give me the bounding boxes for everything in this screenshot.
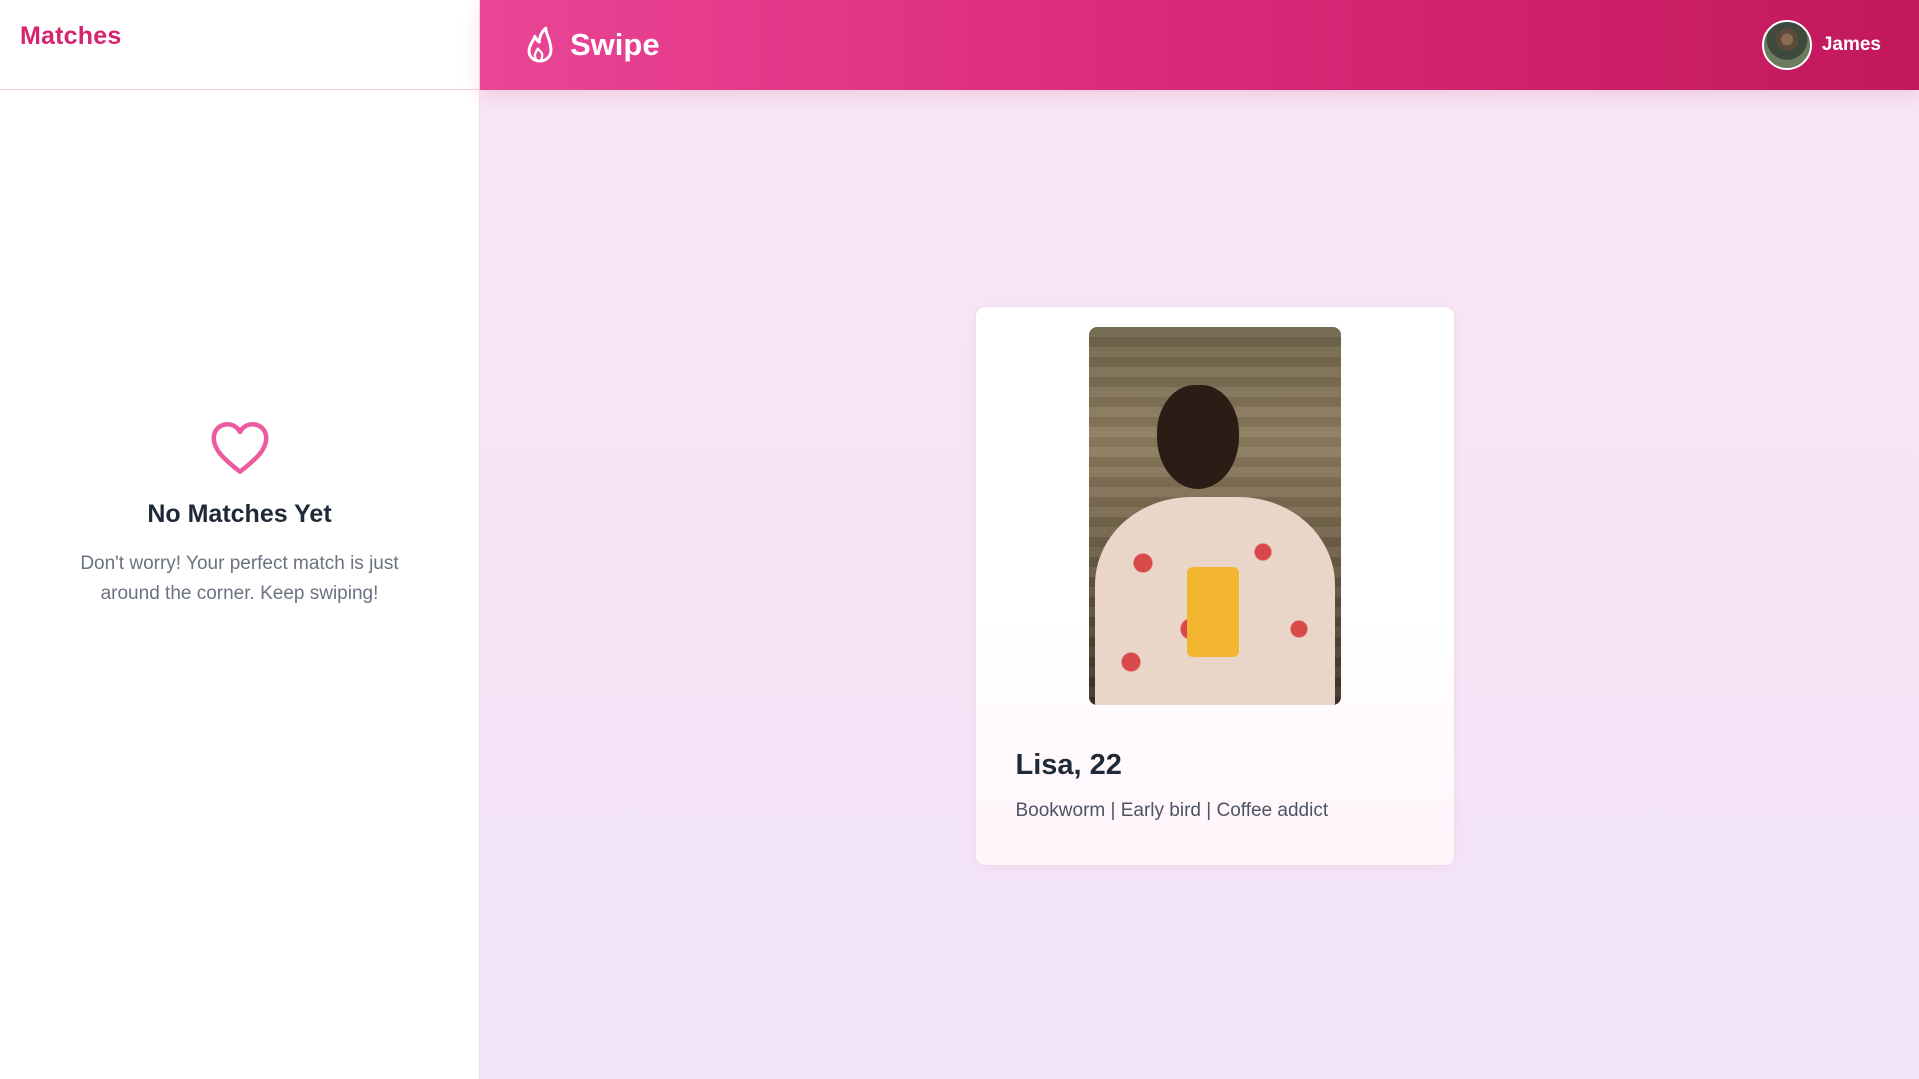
profile-photo [1088,327,1341,705]
empty-matches-state: No Matches Yet Don't worry! Your perfect… [0,90,479,1079]
brand-name: Swipe [570,27,660,62]
heart-outline-icon [211,422,268,474]
swipe-area: Lisa, 22 Bookworm | Early bird | Coffee … [480,90,1919,1079]
avatar[interactable] [1761,20,1812,70]
profile-card[interactable]: Lisa, 22 Bookworm | Early bird | Coffee … [974,306,1455,866]
empty-state-text: Don't worry! Your perfect match is just … [80,553,399,604]
brand[interactable]: Swipe [522,26,660,64]
sidebar-header: Matches [0,0,479,90]
user-menu[interactable]: James [1761,20,1881,70]
user-name[interactable]: James [1822,34,1881,56]
profile-name-age: Lisa, 22 [1015,749,1122,781]
profile-info: Lisa, 22 Bookworm | Early bird | Coffee … [976,705,1454,822]
flame-icon [527,26,553,63]
sidebar-title: Matches [20,22,122,50]
profile-bio: Bookworm | Early bird | Coffee addict [1015,800,1329,821]
app: Matches No Matches Yet Don't worry! Your… [0,0,1919,1079]
empty-state-title: No Matches Yet [147,500,332,528]
main-area: Swipe James Lisa, 22 Bookworm | Early bi… [480,0,1919,1079]
top-bar: Swipe James [480,0,1919,90]
matches-sidebar: Matches No Matches Yet Don't worry! Your… [0,0,480,1079]
